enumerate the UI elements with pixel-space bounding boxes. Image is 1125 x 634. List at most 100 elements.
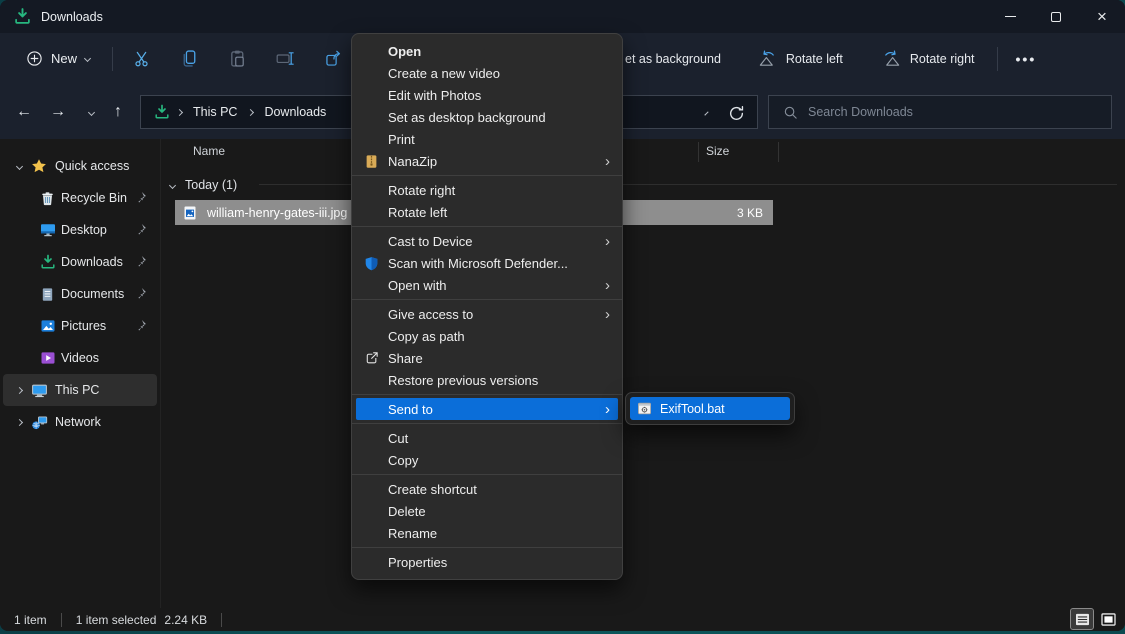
menu-item-label: Rotate right xyxy=(388,183,455,198)
share-button[interactable] xyxy=(313,41,353,77)
menu-item-restore-previous-versions[interactable]: Restore previous versions xyxy=(352,369,622,391)
expander-right-icon[interactable] xyxy=(13,388,25,393)
paste-button[interactable] xyxy=(217,41,257,77)
maximize-icon xyxy=(1051,12,1061,22)
up-button[interactable]: ↑ xyxy=(106,100,130,124)
breadcrumb-item-downloads[interactable]: Downloads xyxy=(260,103,330,121)
menu-item-open-with[interactable]: Open with › xyxy=(352,274,622,296)
menu-item-send-to[interactable]: Send to › xyxy=(356,398,618,420)
menu-item-nanazip[interactable]: NanaZip› xyxy=(352,150,622,172)
rename-button[interactable] xyxy=(265,41,305,77)
sidebar-item-pictures[interactable]: Pictures xyxy=(3,310,157,342)
menu-item-properties[interactable]: Properties xyxy=(352,551,622,573)
menu-item-label: Copy xyxy=(388,453,418,468)
pin-icon xyxy=(135,319,148,332)
chevron-down-icon xyxy=(87,108,94,115)
sidebar-item-downloads[interactable]: Downloads xyxy=(3,246,157,278)
menu-item-label: Open with xyxy=(388,278,447,293)
forward-button[interactable]: → xyxy=(46,100,70,124)
details-view-button[interactable] xyxy=(1071,609,1093,629)
this-pc-icon xyxy=(31,382,48,399)
group-header[interactable]: Today (1) xyxy=(161,175,237,195)
menu-item-delete[interactable]: Delete xyxy=(352,500,622,522)
submenu-arrow-icon: › xyxy=(605,278,610,293)
pin-icon xyxy=(135,255,148,268)
rotate-left-label: Rotate left xyxy=(786,52,843,66)
rotate-right-button[interactable]: Rotate right xyxy=(873,43,983,74)
defender-shield-icon xyxy=(364,256,388,271)
menu-item-scan-with-microsoft-defender[interactable]: Scan with Microsoft Defender... xyxy=(352,252,622,274)
submenu-arrow-icon: › xyxy=(605,402,610,417)
minimize-button[interactable] xyxy=(987,0,1033,33)
column-separator[interactable] xyxy=(778,142,779,162)
menu-item-rename[interactable]: Rename xyxy=(352,522,622,544)
menu-item-rotate-right[interactable]: Rotate right xyxy=(352,179,622,201)
search-input[interactable] xyxy=(808,105,1088,119)
menu-item-cast-to-device[interactable]: Cast to Device› xyxy=(352,230,622,252)
sidebar-item-recycle-bin[interactable]: Recycle Bin xyxy=(3,182,157,214)
refresh-button[interactable] xyxy=(728,105,745,122)
menu-item-edit-with-photos[interactable]: Edit with Photos xyxy=(352,84,622,106)
menu-item-label: Create a new video xyxy=(388,66,500,81)
back-button[interactable]: ← xyxy=(12,100,36,124)
menu-item-label: Rotate left xyxy=(388,205,447,220)
sidebar-item-label: Downloads xyxy=(61,255,123,269)
menu-item-create-a-new-video[interactable]: Create a new video xyxy=(352,62,622,84)
menu-item-open[interactable]: Open xyxy=(352,40,622,62)
sidebar-item-quick-access[interactable]: Quick access xyxy=(3,150,157,182)
image-file-icon xyxy=(182,205,198,221)
menu-item-copy-as-path[interactable]: Copy as path xyxy=(352,325,622,347)
menu-item-exiftool-bat[interactable]: ExifTool.bat xyxy=(630,397,790,420)
rotate-left-button[interactable]: Rotate left xyxy=(749,43,851,74)
pin-icon xyxy=(135,223,148,236)
search-box[interactable] xyxy=(768,95,1112,129)
column-header-size[interactable]: Size xyxy=(706,144,729,158)
menu-separator xyxy=(352,394,622,395)
window-title: Downloads xyxy=(41,10,103,24)
sidebar-item-videos[interactable]: Videos xyxy=(3,342,157,374)
sidebar-item-documents[interactable]: Documents xyxy=(3,278,157,310)
sidebar-item-this-pc[interactable]: This PC xyxy=(3,374,157,406)
sidebar-item-label: Pictures xyxy=(61,319,106,333)
close-button[interactable]: × xyxy=(1079,0,1125,33)
see-more-button[interactable]: ••• xyxy=(1008,51,1045,67)
menu-item-label: Print xyxy=(388,132,415,147)
group-label: Today (1) xyxy=(185,178,237,192)
maximize-button[interactable] xyxy=(1033,0,1079,33)
address-dropdown-button[interactable] xyxy=(699,106,713,120)
copy-button[interactable] xyxy=(169,41,209,77)
paste-icon xyxy=(227,48,248,69)
menu-item-label: Open xyxy=(388,44,421,59)
menu-item-set-as-desktop-background[interactable]: Set as desktop background xyxy=(352,106,622,128)
minimize-icon xyxy=(1005,16,1016,17)
menu-item-give-access-to[interactable]: Give access to› xyxy=(352,303,622,325)
menu-item-label: Send to xyxy=(388,402,433,417)
chevron-right-icon xyxy=(176,108,183,115)
menu-item-rotate-left[interactable]: Rotate left xyxy=(352,201,622,223)
menu-item-print[interactable]: Print xyxy=(352,128,622,150)
breadcrumb-item-this-pc[interactable]: This PC xyxy=(189,103,241,121)
toolbar-separator xyxy=(112,47,113,71)
menu-item-create-shortcut[interactable]: Create shortcut xyxy=(352,478,622,500)
sidebar-item-desktop[interactable]: Desktop xyxy=(3,214,157,246)
menu-item-copy[interactable]: Copy xyxy=(352,449,622,471)
menu-separator xyxy=(352,474,622,475)
cut-button[interactable] xyxy=(121,41,161,77)
defender-shield-icon xyxy=(364,256,379,271)
menu-item-label: Delete xyxy=(388,504,426,519)
set-as-background-button[interactable]: et as background xyxy=(625,52,721,66)
expander-right-icon[interactable] xyxy=(13,420,25,425)
recent-locations-button[interactable] xyxy=(79,100,103,124)
thumbnail-view-button[interactable] xyxy=(1097,609,1119,629)
column-header-name[interactable]: Name xyxy=(193,144,225,158)
menu-item-label: Rename xyxy=(388,526,437,541)
expander-down-icon[interactable] xyxy=(13,164,25,169)
menu-item-label: Cut xyxy=(388,431,408,446)
sidebar-item-network[interactable]: Network xyxy=(3,406,157,438)
column-separator[interactable] xyxy=(698,142,699,162)
menu-item-cut[interactable]: Cut xyxy=(352,427,622,449)
nanazip-icon xyxy=(364,154,388,169)
chevron-down-icon xyxy=(704,111,708,115)
menu-item-share[interactable]: Share xyxy=(352,347,622,369)
new-button[interactable]: New xyxy=(16,44,100,73)
